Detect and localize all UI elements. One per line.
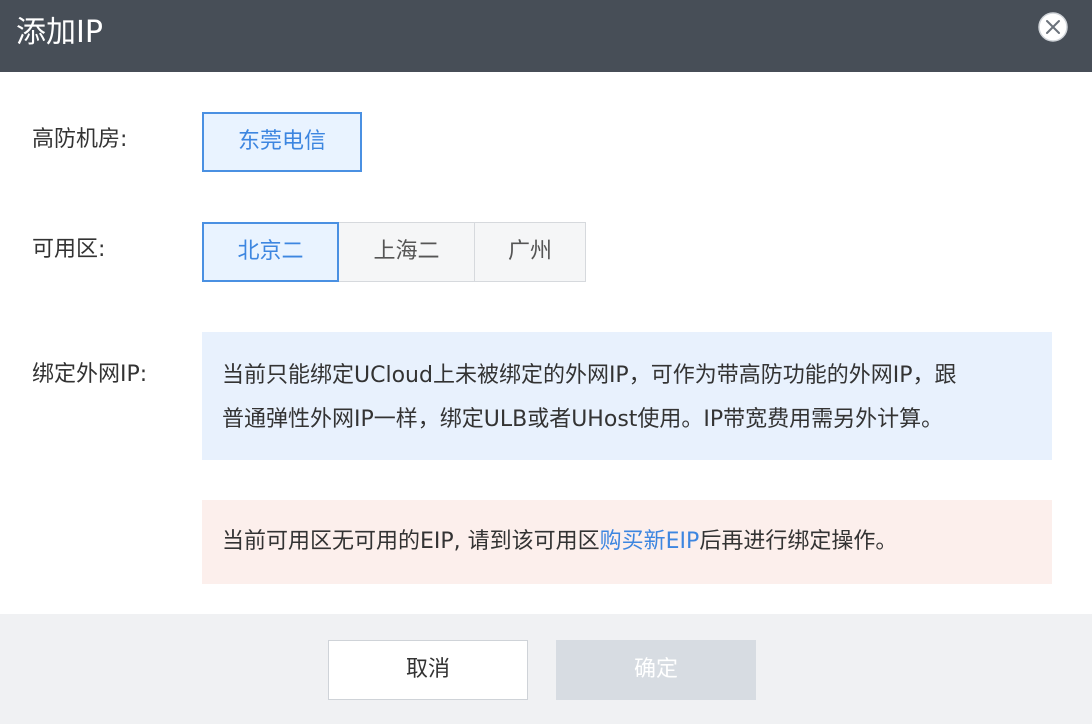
warning-text-suffix: 后再进行绑定操作。 [699, 529, 898, 554]
info-text-line2: 普通弹性外网IP一样，绑定ULB或者UHost使用。IP带宽费用需另外计算。 [222, 407, 944, 432]
bind-ip-label: 绑定外网IP: [32, 362, 148, 387]
confirm-button[interactable]: 确定 [556, 640, 756, 700]
cancel-button[interactable]: 取消 [328, 640, 528, 700]
zone-option-beijing2[interactable]: 北京二 [202, 222, 339, 282]
dialog-header: 添加IP [0, 0, 1092, 72]
zone-label: 可用区: [32, 237, 106, 262]
zone-option-guangzhou[interactable]: 广州 [474, 222, 586, 282]
warning-text-prefix: 当前可用区无可用的EIP, 请到该可用区 [222, 529, 600, 554]
dialog-footer: 取消 确定 [0, 614, 1092, 724]
datacenter-option-dongguan[interactable]: 东莞电信 [202, 112, 362, 172]
add-ip-dialog: 添加IP 高防机房: 东莞电信 可用区: 北京二 上海二 广州 绑定外网IP: … [0, 0, 1092, 724]
dialog-title: 添加IP [16, 15, 103, 50]
close-circle-icon [1038, 12, 1068, 42]
datacenter-label: 高防机房: [32, 127, 128, 152]
info-text-line1: 当前只能绑定UCloud上未被绑定的外网IP，可作为带高防功能的外网IP，跟 [222, 363, 957, 388]
info-notice: 当前只能绑定UCloud上未被绑定的外网IP，可作为带高防功能的外网IP，跟 普… [202, 332, 1052, 460]
warning-notice: 当前可用区无可用的EIP, 请到该可用区购买新EIP后再进行绑定操作。 [202, 500, 1052, 584]
buy-eip-link[interactable]: 购买新EIP [600, 529, 700, 554]
zone-option-shanghai2[interactable]: 上海二 [338, 222, 475, 282]
close-button[interactable] [1037, 11, 1069, 43]
